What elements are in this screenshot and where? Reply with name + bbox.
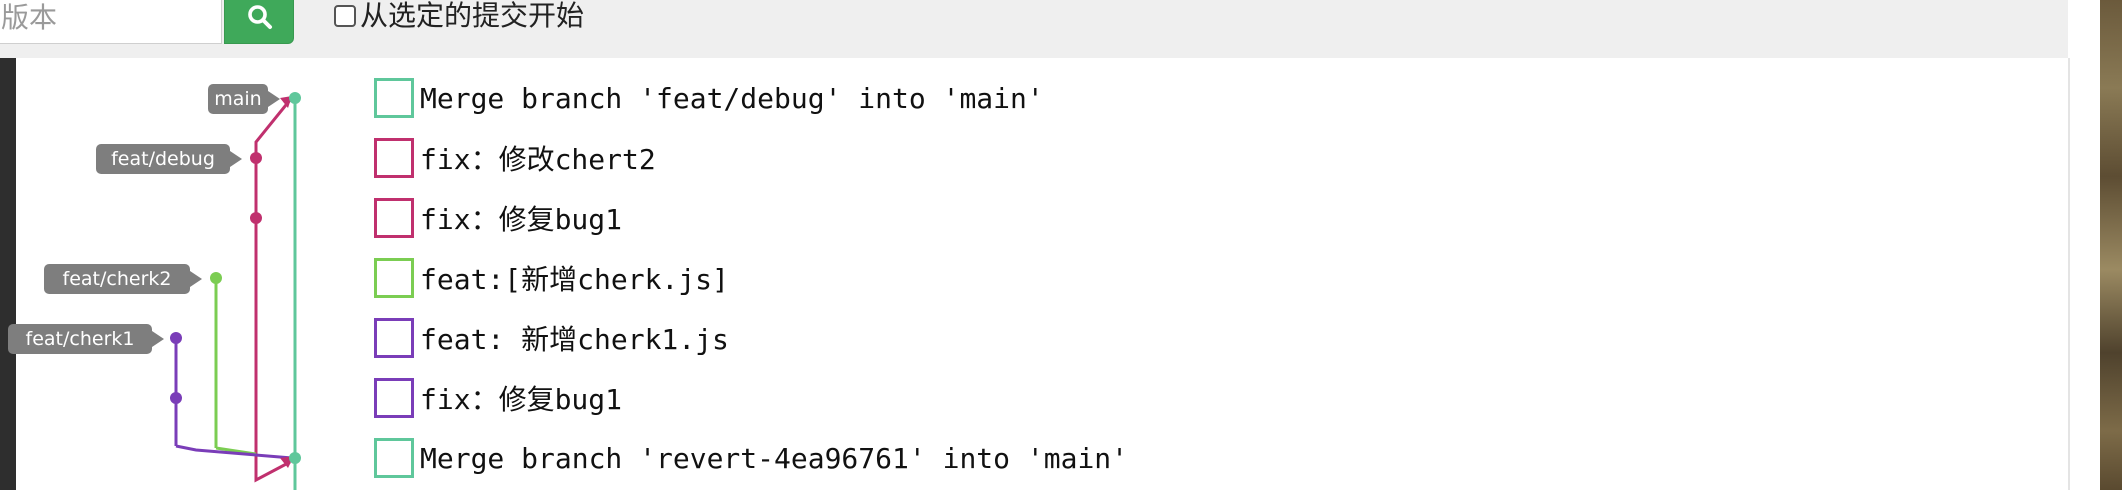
commit-avatar-box (374, 78, 414, 118)
branch-tag-feat-cherk2[interactable]: feat/cherk2 (44, 264, 202, 294)
search-icon (248, 5, 272, 29)
commit-row[interactable]: feat: 新增cherk1.js (374, 316, 729, 360)
commit-dot[interactable] (289, 92, 301, 104)
commit-row[interactable]: Merge branch 'feat/debug' into 'main' (374, 76, 1044, 120)
commit-dot[interactable] (289, 452, 301, 464)
commit-message: feat: 新增cherk1.js (420, 323, 729, 356)
commit-avatar-box (374, 258, 414, 298)
commit-avatar-box (374, 318, 414, 358)
commit-row[interactable]: fix：修复bug1 (374, 376, 622, 420)
commit-graph: main feat/debug feat/cherk2 feat/cherk1 (8, 84, 301, 490)
svg-text:feat/cherk2: feat/cherk2 (63, 268, 172, 290)
start-from-selected-checkbox[interactable] (334, 5, 356, 27)
svg-text:feat/cherk1: feat/cherk1 (26, 328, 135, 350)
merge-line-feat-cherk1 (175, 444, 293, 460)
commit-row[interactable]: fix：修改chert2 (374, 136, 656, 180)
commit-dot[interactable] (170, 332, 182, 344)
commit-dot[interactable] (210, 272, 222, 284)
merge-line-lower (254, 460, 291, 483)
branch-tag-feat-cherk1[interactable]: feat/cherk1 (8, 324, 164, 354)
commit-message: fix：修改chert2 (420, 143, 656, 176)
start-from-selected-label: 从选定的提交开始 (360, 0, 585, 32)
commit-message: Merge branch 'revert-4ea96761' into 'mai… (420, 441, 1129, 475)
commit-message: fix：修复bug1 (420, 383, 623, 416)
branch-tag-feat-debug[interactable]: feat/debug (96, 144, 242, 174)
start-from-selected-option[interactable]: 从选定的提交开始 (334, 2, 584, 30)
commit-row[interactable]: fix：修复bug1 (374, 196, 622, 240)
commit-message: fix：修复bug1 (420, 203, 623, 236)
commit-message: feat:[新增cherk.js] (420, 263, 729, 296)
commit-row[interactable]: feat:[新增cherk.js] (374, 256, 729, 300)
search-button[interactable] (224, 0, 294, 44)
commit-avatar-box (374, 378, 414, 418)
commit-dot[interactable] (170, 392, 182, 404)
commit-avatar-box (374, 198, 414, 238)
svg-text:feat/debug: feat/debug (111, 148, 215, 170)
branch-tag-main[interactable]: main (208, 84, 280, 114)
commit-avatar-box (374, 138, 414, 178)
commit-row[interactable]: Merge branch 'revert-4ea96761' into 'mai… (374, 436, 1128, 480)
commit-message: Merge branch 'feat/debug' into 'main' (420, 81, 1044, 115)
toolbar: 从选定的提交开始 (0, 0, 2068, 59)
version-search-input[interactable] (0, 0, 222, 44)
commit-avatar-box (374, 438, 414, 478)
commit-dot[interactable] (250, 152, 262, 164)
commit-dot[interactable] (250, 212, 262, 224)
svg-text:main: main (214, 88, 261, 110)
background-strip (2100, 0, 2122, 490)
